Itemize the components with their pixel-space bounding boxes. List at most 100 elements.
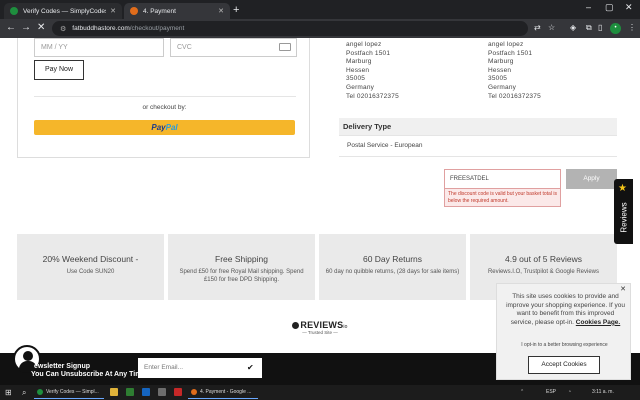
- url-host: fatbuddhastore.com: [72, 25, 130, 32]
- discount-code-value: FREESATDEL: [450, 176, 489, 182]
- cvc-placeholder: CVC: [177, 44, 192, 51]
- newsletter-email-input[interactable]: Enter Email...: [138, 358, 262, 378]
- submit-check-icon[interactable]: ✔: [247, 363, 254, 372]
- newsletter-subtitle: You Can Unsubscribe At Any Time: [31, 371, 146, 378]
- cookie-text: This site uses cookies to provide and im…: [505, 293, 626, 327]
- feature-subtitle: 60 day no quibble returns, (28 days for …: [325, 269, 460, 275]
- payment-panel: MM / YY CVC Pay Now or checkout by: PayP…: [17, 38, 310, 158]
- clock[interactable]: 3:11 a. m.: [592, 387, 614, 398]
- extension-icon[interactable]: ◈: [570, 23, 576, 32]
- feature-returns: 60 Day Returns 60 day no quibble returns…: [319, 234, 466, 300]
- card-cvc-icon: [279, 43, 291, 51]
- feature-title: 4.9 out of 5 Reviews: [504, 254, 582, 264]
- tab-title: Verify Codes — SimplyCodes: [23, 7, 107, 15]
- address-line: Tel 02016372375: [346, 92, 399, 100]
- reviews-io-badge[interactable]: REVIEWSio — Trusted Site —: [260, 320, 380, 335]
- cookie-banner: ✕ This site uses cookies to provide and …: [496, 283, 631, 380]
- close-tab-icon[interactable]: ✕: [110, 7, 116, 15]
- tray-chevron-icon[interactable]: ⌃: [520, 387, 524, 398]
- accept-cookies-button[interactable]: Accept Cookies: [528, 356, 600, 374]
- delivery-type-value: Postal Service - European: [347, 142, 423, 149]
- expiry-field[interactable]: MM / YY: [34, 38, 164, 57]
- app-icon[interactable]: [158, 388, 166, 396]
- close-tab-icon[interactable]: ✕: [218, 7, 224, 15]
- paypal-logo-pal: Pal: [165, 123, 178, 132]
- reviews-logo-text: REVIEWS: [300, 320, 344, 330]
- address-line: Marburg: [488, 58, 514, 66]
- cookies-page-link[interactable]: Cookies Page.: [576, 319, 620, 326]
- feature-subtitle: Reviews.I.O, Trustpilot & Google Reviews: [487, 269, 600, 275]
- shipping-address: angel lopez Postfach 1501 Marburg Hessen…: [488, 41, 541, 101]
- delivery-type-heading: Delivery Type: [339, 118, 617, 135]
- apply-discount-button[interactable]: Apply: [566, 169, 617, 189]
- paypal-button[interactable]: PayPal: [34, 120, 295, 135]
- close-icon[interactable]: ✕: [620, 285, 626, 293]
- address-line: Germany: [346, 83, 375, 91]
- reviews-side-tab[interactable]: ★ Reviews: [614, 179, 633, 244]
- windows-start-icon[interactable]: ⊞: [5, 387, 12, 398]
- side-panel-icon[interactable]: ▯: [598, 23, 602, 32]
- address-line: Tel 02016372375: [488, 92, 541, 100]
- divider: [34, 96, 296, 97]
- excel-icon[interactable]: [126, 388, 134, 396]
- fatbuddha-favicon-icon: [130, 7, 138, 15]
- site-info-icon[interactable]: ⚙: [60, 25, 66, 33]
- address-line: Postfach 1501: [346, 49, 391, 57]
- feature-title: Free Shipping: [215, 254, 268, 264]
- tab-payment[interactable]: 4. Payment ✕: [124, 3, 230, 19]
- bookmark-star-icon[interactable]: ☆: [548, 23, 555, 32]
- discount-error-message: The discount code is valid but your bask…: [444, 188, 561, 207]
- menu-kebab-icon[interactable]: ⋮: [628, 23, 636, 32]
- or-checkout-label: or checkout by:: [142, 104, 187, 111]
- translate-icon[interactable]: ⇄: [534, 23, 541, 32]
- reviews-tab-label: Reviews: [619, 202, 629, 233]
- file-explorer-icon[interactable]: [110, 388, 118, 396]
- url-path: /checkout/payment: [129, 25, 185, 32]
- optin-text: I opt-in to a better browsing experience: [521, 342, 608, 348]
- stop-icon[interactable]: ✕: [37, 22, 45, 34]
- browser-tab-bar: Verify Codes — SimplyCodes ✕ 4. Payment …: [0, 0, 640, 19]
- extensions-puzzle-icon[interactable]: ⧉: [586, 23, 592, 33]
- address-line: angel lopez: [488, 41, 524, 48]
- back-icon[interactable]: ←: [6, 22, 16, 34]
- language-indicator[interactable]: ESP: [546, 387, 556, 398]
- feature-subtitle: Spend £50 for free Royal Mail shipping. …: [179, 269, 304, 283]
- address-line: Marburg: [346, 58, 372, 66]
- tab-title: 4. Payment: [143, 7, 176, 15]
- discount-code-input[interactable]: FREESATDEL: [444, 169, 561, 189]
- tab-verify-codes[interactable]: Verify Codes — SimplyCodes ✕: [4, 3, 122, 19]
- address-line: 35005: [346, 75, 366, 83]
- pay-now-button[interactable]: Pay Now: [34, 60, 84, 80]
- expiry-placeholder: MM / YY: [41, 44, 68, 51]
- address-bar[interactable]: ⚙ fatbuddhastore.com/checkout/payment: [52, 21, 528, 36]
- maximize-icon[interactable]: ▢: [605, 2, 614, 13]
- billing-address: angel lopez Postfach 1501 Marburg Hessen…: [346, 41, 399, 101]
- forward-icon[interactable]: →: [21, 22, 31, 34]
- email-placeholder: Enter Email...: [144, 364, 184, 371]
- simplycodes-favicon-icon: [10, 7, 18, 15]
- cvc-field[interactable]: CVC: [170, 38, 297, 57]
- taskbar-app-label: Verify Codes — Simpl...: [46, 388, 99, 395]
- feature-title: 20% Weekend Discount -: [42, 254, 139, 264]
- search-icon[interactable]: ⌕: [22, 387, 26, 398]
- feature-free-shipping: Free Shipping Spend £50 for free Royal M…: [168, 234, 315, 300]
- address-line: angel lopez: [346, 41, 382, 48]
- new-tab-icon[interactable]: +: [233, 3, 239, 17]
- feature-title: 60 Day Returns: [362, 254, 423, 264]
- feature-weekend-discount: 20% Weekend Discount - Use Code SUN20: [17, 234, 164, 300]
- minimize-icon[interactable]: –: [586, 2, 591, 12]
- reviews-logo-icon: [292, 322, 300, 329]
- trusted-site-tagline: — Trusted Site —: [302, 330, 338, 335]
- close-window-icon[interactable]: ✕: [625, 2, 633, 13]
- app-icon[interactable]: [174, 388, 182, 396]
- taskbar-app-payment[interactable]: 4. Payment - Google ...: [188, 386, 258, 399]
- word-icon[interactable]: [142, 388, 150, 396]
- windows-taskbar: ⊞ ⌕ Verify Codes — Simpl... 4. Payment -…: [0, 385, 640, 400]
- taskbar-app-verify-codes[interactable]: Verify Codes — Simpl...: [34, 386, 104, 399]
- address-line: Postfach 1501: [488, 49, 533, 57]
- profile-avatar[interactable]: •: [610, 23, 621, 34]
- feature-subtitle: Use Code SUN20: [66, 269, 115, 275]
- newsletter-title: ewsletter Signup: [34, 363, 91, 370]
- network-icon[interactable]: ◔: [568, 387, 571, 398]
- star-icon: ★: [618, 183, 627, 194]
